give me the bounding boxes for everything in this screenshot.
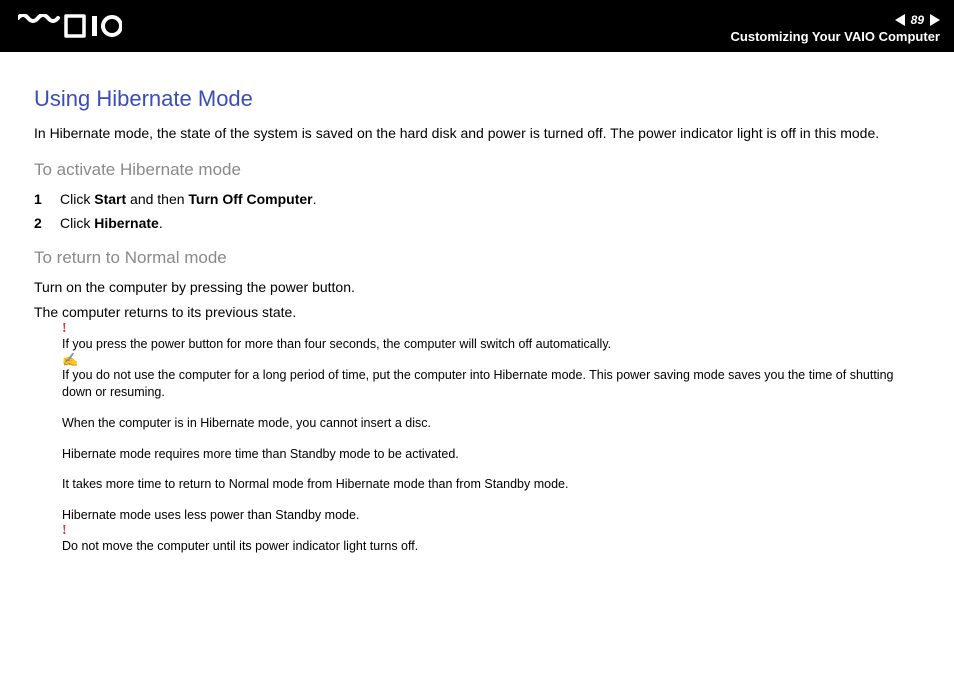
note-text: It takes more time to return to Normal m…	[62, 477, 568, 491]
tip-note: It takes more time to return to Normal m…	[62, 476, 920, 493]
page-header: 89 Customizing Your VAIO Computer	[0, 0, 954, 52]
step-text: Click Start and then Turn Off Computer.	[60, 190, 316, 209]
note-text: Hibernate mode uses less power than Stan…	[62, 508, 359, 522]
note-text: Do not move the computer until its power…	[62, 539, 418, 553]
tip-note: Hibernate mode requires more time than S…	[62, 446, 920, 463]
intro-text: In Hibernate mode, the state of the syst…	[34, 124, 920, 143]
step-row: 2 Click Hibernate.	[34, 214, 920, 233]
vaio-logo-icon	[18, 14, 122, 38]
page-title: Using Hibernate Mode	[34, 84, 920, 114]
section-title: Customizing Your VAIO Computer	[731, 29, 940, 44]
tip-icon: ✍	[62, 351, 78, 369]
note-text: Hibernate mode requires more time than S…	[62, 447, 459, 461]
return-heading: To return to Normal mode	[34, 247, 920, 270]
warning-icon: !	[62, 320, 67, 339]
tip-note: When the computer is in Hibernate mode, …	[62, 415, 920, 432]
note-text: When the computer is in Hibernate mode, …	[62, 416, 431, 430]
tip-note: Hibernate mode uses less power than Stan…	[62, 507, 920, 524]
notes-section: ! If you press the power button for more…	[34, 336, 920, 555]
warning-note: ! If you press the power button for more…	[62, 336, 920, 353]
return-p1: Turn on the computer by pressing the pow…	[34, 278, 920, 297]
step-number: 2	[34, 214, 46, 233]
step-number: 1	[34, 190, 46, 209]
note-text: If you do not use the computer for a lon…	[62, 368, 893, 399]
next-page-icon[interactable]	[930, 14, 940, 26]
step-row: 1 Click Start and then Turn Off Computer…	[34, 190, 920, 209]
activate-steps: 1 Click Start and then Turn Off Computer…	[34, 190, 920, 234]
prev-page-icon[interactable]	[895, 14, 905, 26]
activate-heading: To activate Hibernate mode	[34, 159, 920, 182]
note-text: If you press the power button for more t…	[62, 337, 611, 351]
step-text: Click Hibernate.	[60, 214, 163, 233]
tip-note: ✍ If you do not use the computer for a l…	[62, 367, 920, 401]
warning-note: ! Do not move the computer until its pow…	[62, 538, 920, 555]
return-p2: The computer returns to its previous sta…	[34, 303, 920, 322]
page-content: Using Hibernate Mode In Hibernate mode, …	[0, 52, 954, 555]
page-number: 89	[911, 13, 924, 27]
warning-icon: !	[62, 522, 67, 541]
page-nav: 89 Customizing Your VAIO Computer	[731, 9, 940, 44]
